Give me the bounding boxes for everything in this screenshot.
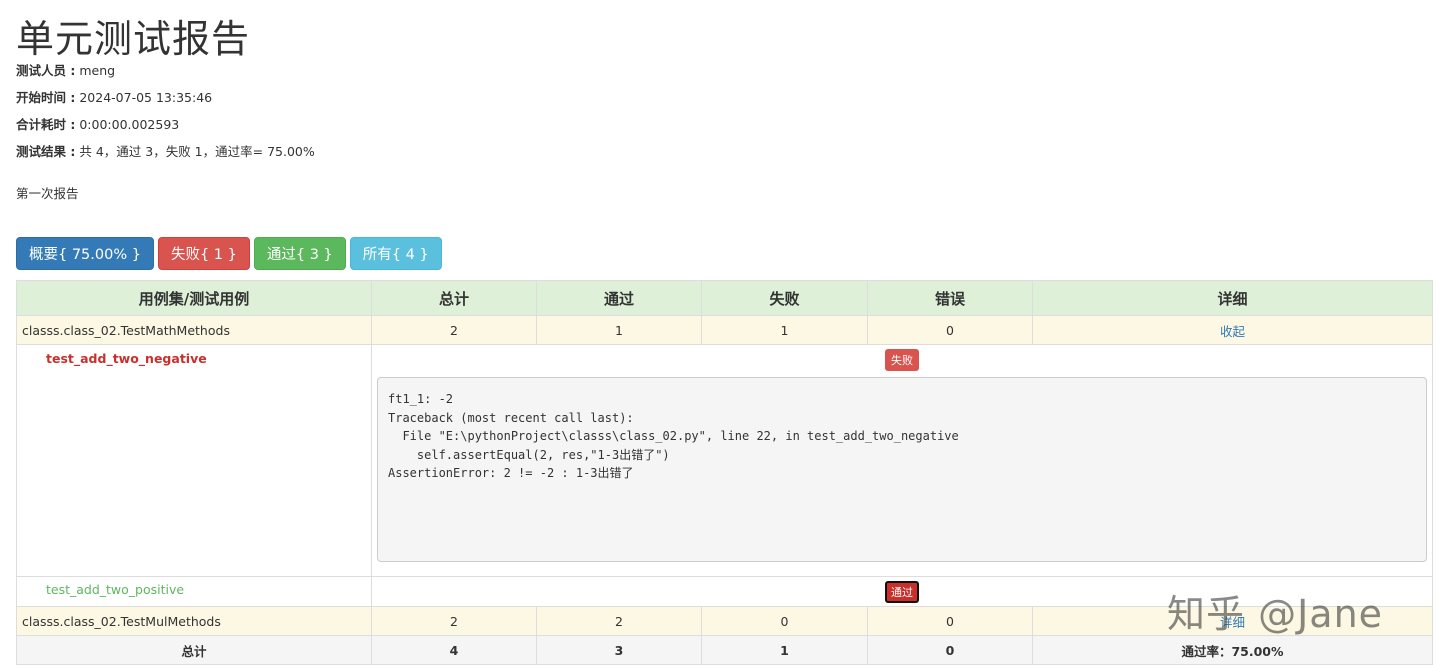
tester-value: meng (79, 63, 116, 78)
suite-name: classs.class_02.TestMathMethods (16, 315, 372, 345)
pass-badge[interactable]: 通过 (885, 580, 919, 603)
page-title: 单元测试报告 (16, 17, 251, 61)
case-name: test_add_two_positive (16, 576, 372, 607)
suite-passed: 2 (536, 606, 702, 636)
suite-failed: 0 (701, 606, 868, 636)
total-error: 0 (867, 635, 1033, 665)
total-passed: 3 (536, 635, 702, 665)
pass-rate: 通过率：75.00% (1032, 635, 1433, 665)
tester-line: 测试人员 : meng (16, 60, 115, 79)
summary-button[interactable]: 概要{ 75.00% } (16, 237, 154, 270)
suite-error: 0 (867, 606, 1033, 636)
passed-button[interactable]: 通过{ 3 } (253, 237, 346, 270)
duration-value: 0:00:00.002593 (79, 117, 180, 132)
table-header: 用例集/测试用例 总计 通过 失败 错误 详细 (16, 280, 1433, 316)
total-failed: 1 (701, 635, 868, 665)
header-failed: 失败 (701, 280, 868, 316)
suite-total: 2 (371, 606, 537, 636)
result-value: 共 4，通过 3，失败 1，通过率= 75.00% (79, 144, 315, 159)
suite-passed: 1 (536, 315, 702, 345)
total-count: 4 (371, 635, 537, 665)
suite-detail-cell: 收起 (1032, 315, 1433, 345)
header-suite: 用例集/测试用例 (16, 280, 372, 316)
case-detail: 失败 ft1_1: -2 Traceback (most recent call… (371, 344, 1433, 577)
case-row-failed: test_add_two_negative 失败 ft1_1: -2 Trace… (16, 344, 1433, 577)
header-error: 错误 (867, 280, 1033, 316)
failed-button[interactable]: 失败{ 1 } (157, 237, 250, 270)
traceback-log: ft1_1: -2 Traceback (most recent call la… (377, 377, 1427, 562)
suite-name: classs.class_02.TestMulMethods (16, 606, 372, 636)
suite-failed: 1 (701, 315, 868, 345)
header-passed: 通过 (536, 280, 702, 316)
total-label: 总计 (16, 635, 372, 665)
filter-buttons: 概要{ 75.00% } 失败{ 1 } 通过{ 3 } 所有{ 4 } (16, 237, 442, 270)
start-time-value: 2024-07-05 13:35:46 (79, 90, 213, 105)
duration-label: 合计耗时 : (16, 117, 76, 132)
fail-badge[interactable]: 失败 (885, 349, 919, 371)
start-time-line: 开始时间 : 2024-07-05 13:35:46 (16, 87, 212, 106)
total-row: 总计 4 3 1 0 通过率：75.00% (16, 635, 1433, 665)
suite-total: 2 (371, 315, 537, 345)
tester-label: 测试人员 : (16, 63, 76, 78)
header-detail: 详细 (1032, 280, 1433, 316)
start-time-label: 开始时间 : (16, 90, 76, 105)
collapse-link[interactable]: 收起 (1220, 324, 1245, 339)
header-total: 总计 (371, 280, 537, 316)
suite-row: classs.class_02.TestMathMethods 2 1 1 0 … (16, 315, 1433, 345)
result-line: 测试结果 : 共 4，通过 3，失败 1，通过率= 75.00% (16, 141, 315, 160)
report-description: 第一次报告 (16, 186, 79, 201)
case-name: test_add_two_negative (16, 344, 372, 577)
suite-error: 0 (867, 315, 1033, 345)
result-label: 测试结果 : (16, 144, 76, 159)
all-button[interactable]: 所有{ 4 } (349, 237, 442, 270)
duration-line: 合计耗时 : 0:00:00.002593 (16, 114, 179, 133)
watermark: 知乎 @Jane (1167, 592, 1384, 636)
